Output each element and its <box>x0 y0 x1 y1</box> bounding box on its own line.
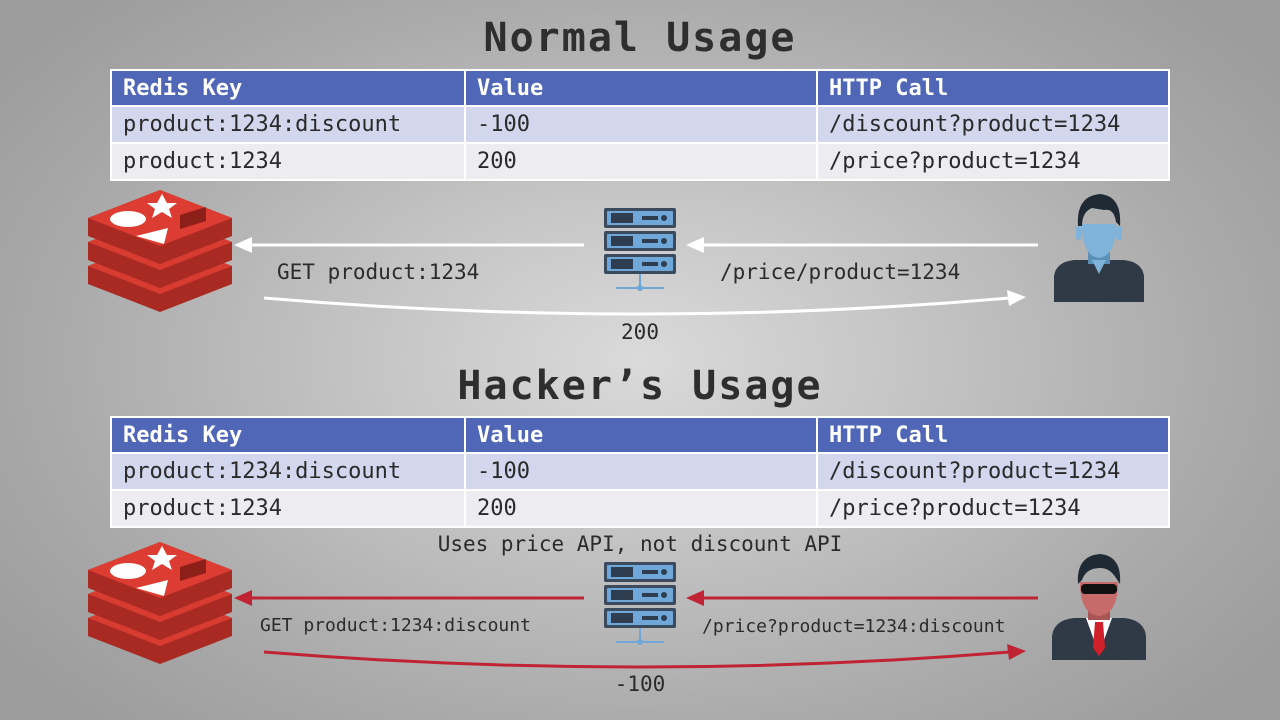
hacker-client-request-label: /price?product=1234:discount <box>702 616 1006 637</box>
arrow-hacker-to-server <box>686 590 1038 606</box>
redis-logo-icon <box>88 542 232 664</box>
server-icon <box>604 562 676 645</box>
hacker-response-label: -100 <box>614 672 666 696</box>
hacker-redis-request-label: GET product:1234:discount <box>260 615 531 636</box>
arrow-server-to-redis <box>234 590 584 606</box>
hacker-icon <box>1052 554 1146 660</box>
